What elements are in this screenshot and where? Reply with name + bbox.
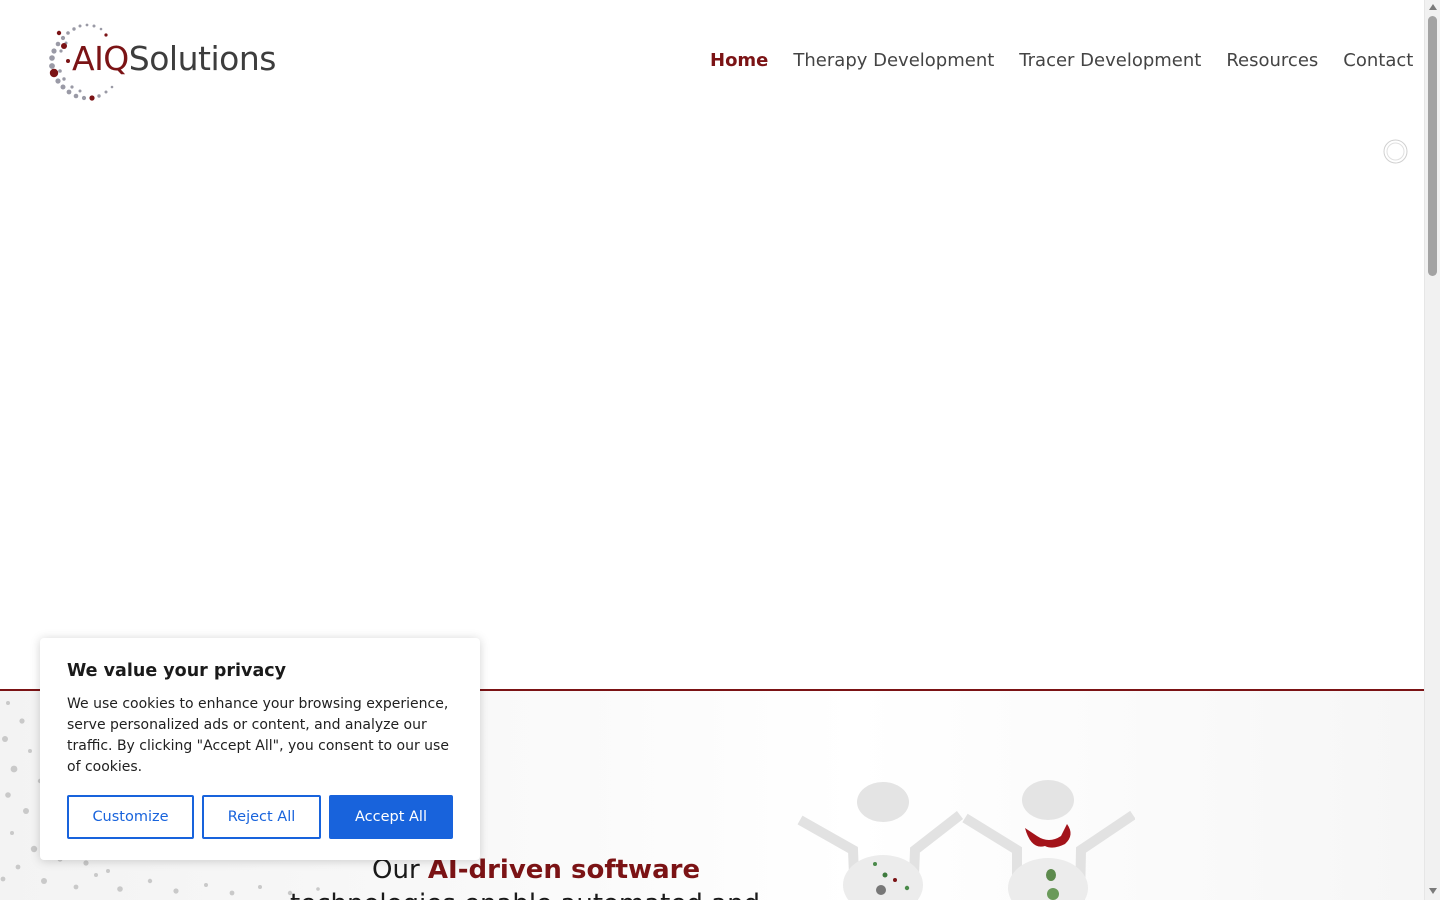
accept-all-button[interactable]: Accept All (329, 795, 453, 839)
main-nav: Home Therapy Development Tracer Developm… (710, 49, 1413, 73)
nav-item-resources[interactable]: Resources (1226, 49, 1318, 73)
logo-text-solutions: Solutions (128, 39, 277, 78)
page-scrollbar[interactable] (1424, 0, 1440, 900)
spinner-icon (1383, 139, 1408, 164)
hero-tagline-line2: technologies enable automated and (290, 889, 760, 900)
cookie-buttons: Customize Reject All Accept All (67, 795, 453, 839)
logo-text-aiq: AIQ (72, 39, 129, 78)
nav-item-tracer-development[interactable]: Tracer Development (1019, 49, 1201, 73)
reject-all-button[interactable]: Reject All (202, 795, 321, 839)
logo-wordmark: AIQSolutions (72, 42, 276, 75)
nav-item-therapy-development[interactable]: Therapy Development (793, 49, 994, 73)
scroll-down-arrow-icon[interactable] (1429, 888, 1437, 894)
cookie-consent-banner: We value your privacy We use cookies to … (40, 638, 480, 860)
scroll-up-arrow-icon[interactable] (1429, 4, 1437, 10)
cookie-title: We value your privacy (67, 661, 287, 681)
scrollbar-thumb[interactable] (1428, 16, 1437, 276)
cookie-description: We use cookies to enhance your browsing … (67, 696, 449, 775)
nav-item-contact[interactable]: Contact (1343, 49, 1413, 73)
customize-button[interactable]: Customize (67, 795, 194, 839)
site-header: AIQSolutions Home Therapy Development Tr… (0, 0, 1424, 125)
pet-scan-image (797, 780, 1135, 900)
site-logo[interactable]: AIQSolutions (46, 21, 338, 103)
nav-item-home[interactable]: Home (710, 49, 768, 73)
